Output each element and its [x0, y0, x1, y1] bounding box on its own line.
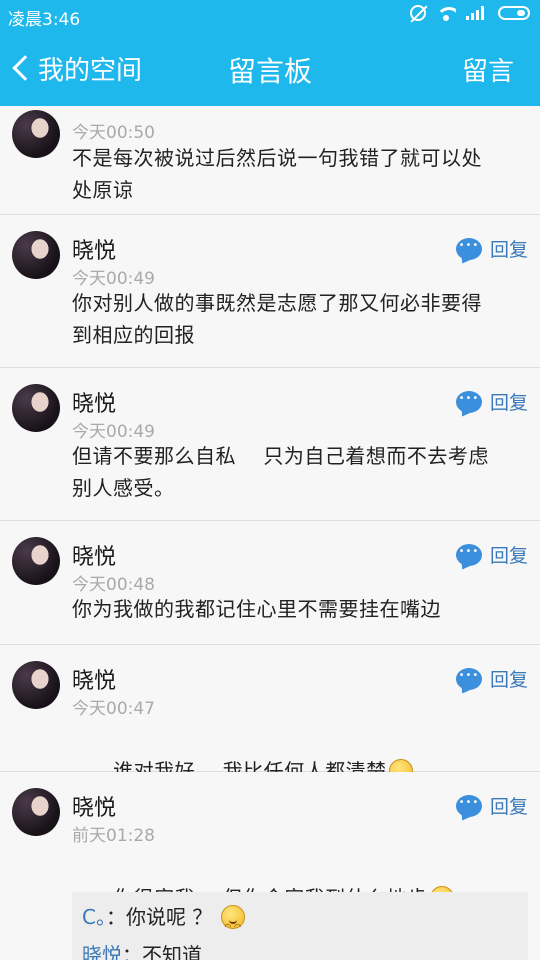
comment-bubble-icon	[455, 543, 482, 566]
avatar[interactable]	[12, 231, 60, 279]
reply-entry[interactable]: 晓悦：不知道	[82, 936, 518, 960]
author-name[interactable]: 晓悦	[72, 386, 116, 418]
message-content: 不是每次被说过后然后说一句我错了就可以处 处原谅	[72, 146, 482, 202]
message-time: 今天00:47	[72, 699, 155, 719]
signal-icon	[466, 6, 488, 20]
message-content: 但请不要那么自私 只为自己着想而不去考虑 别人感受。	[72, 444, 489, 500]
author-name[interactable]: 晓悦	[72, 790, 116, 822]
page-title: 留言板	[227, 55, 312, 88]
reply-author[interactable]: 晓悦	[82, 943, 122, 960]
message-item: 晓悦 今天00:49 回复 但请不要那么自私 只为自己着想而不去考虑 别人感受。	[0, 368, 540, 521]
message-content: 你为我做的我都记住心里不需要挂在嘴边	[72, 597, 441, 621]
message-item: 晓悦 前天01:28 回复 你很宠我 但你会宠我到什么地步 C。：你说呢 ？ 晓…	[0, 772, 540, 960]
reply-button[interactable]: 回复	[455, 792, 528, 819]
comment-bubble-icon	[455, 390, 482, 413]
message-list[interactable]: 今天00:50 不是每次被说过后然后说一句我错了就可以处 处原谅 晓悦 今天00…	[0, 106, 540, 960]
alarm-off-icon	[410, 5, 426, 21]
reply-button[interactable]: 回复	[455, 388, 528, 415]
message-content: 你对别人做的事既然是志愿了那又何必非要得 到相应的回报	[72, 291, 482, 347]
nav-header: 我的空间 留言板 留言	[0, 30, 540, 106]
wifi-icon	[436, 5, 456, 21]
reply-text: ：你说呢 ？	[105, 905, 213, 929]
smile-emoji-icon	[220, 905, 245, 946]
avatar[interactable]	[12, 537, 60, 585]
message-time: 今天00:49	[72, 269, 155, 289]
avatar[interactable]	[12, 788, 60, 836]
message-item: 晓悦 今天00:49 回复 你对别人做的事既然是志愿了那又何必非要得 到相应的回…	[0, 215, 540, 368]
avatar[interactable]	[12, 661, 60, 709]
reply-button[interactable]: 回复	[455, 665, 528, 692]
author-name[interactable]: 晓悦	[72, 233, 116, 265]
reply-label: 回复	[489, 239, 528, 261]
avatar[interactable]	[12, 384, 60, 432]
message-item: 晓悦 今天00:48 回复 你为我做的我都记住心里不需要挂在嘴边	[0, 521, 540, 645]
message-time: 前天01:28	[72, 826, 155, 846]
reply-author[interactable]: C。	[82, 905, 106, 929]
message-item: 今天00:50 不是每次被说过后然后说一句我错了就可以处 处原谅	[0, 106, 540, 215]
comment-bubble-icon	[455, 794, 482, 817]
reply-thread: C。：你说呢 ？ 晓悦：不知道	[72, 892, 528, 960]
reply-label: 回复	[489, 669, 528, 691]
comment-bubble-icon	[455, 667, 482, 690]
message-time: 今天00:49	[72, 422, 155, 442]
battery-icon	[498, 6, 530, 20]
reply-label: 回复	[489, 796, 528, 818]
reply-label: 回复	[489, 392, 528, 414]
author-name[interactable]: 晓悦	[72, 539, 116, 571]
leave-message-button[interactable]: 留言	[462, 51, 514, 88]
message-item: 晓悦 今天00:47 回复 谁对我好 我比任何人都清楚	[0, 645, 540, 794]
avatar[interactable]	[12, 110, 60, 158]
status-bar: 凌晨3:46	[0, 0, 540, 30]
reply-label: 回复	[489, 545, 528, 567]
message-time: 今天00:48	[72, 575, 155, 595]
reply-button[interactable]: 回复	[455, 235, 528, 262]
top-bar: 凌晨3:46 我的空间 留言板 留言	[0, 0, 540, 106]
message-time: 今天00:50	[72, 123, 155, 143]
status-icons	[410, 5, 530, 21]
reply-entry[interactable]: C。：你说呢 ？	[82, 898, 518, 946]
reply-button[interactable]: 回复	[455, 541, 528, 568]
status-time: 凌晨3:46	[8, 10, 81, 30]
reply-text: ：不知道	[122, 943, 202, 960]
author-name[interactable]: 晓悦	[72, 663, 116, 695]
comment-bubble-icon	[455, 237, 482, 260]
